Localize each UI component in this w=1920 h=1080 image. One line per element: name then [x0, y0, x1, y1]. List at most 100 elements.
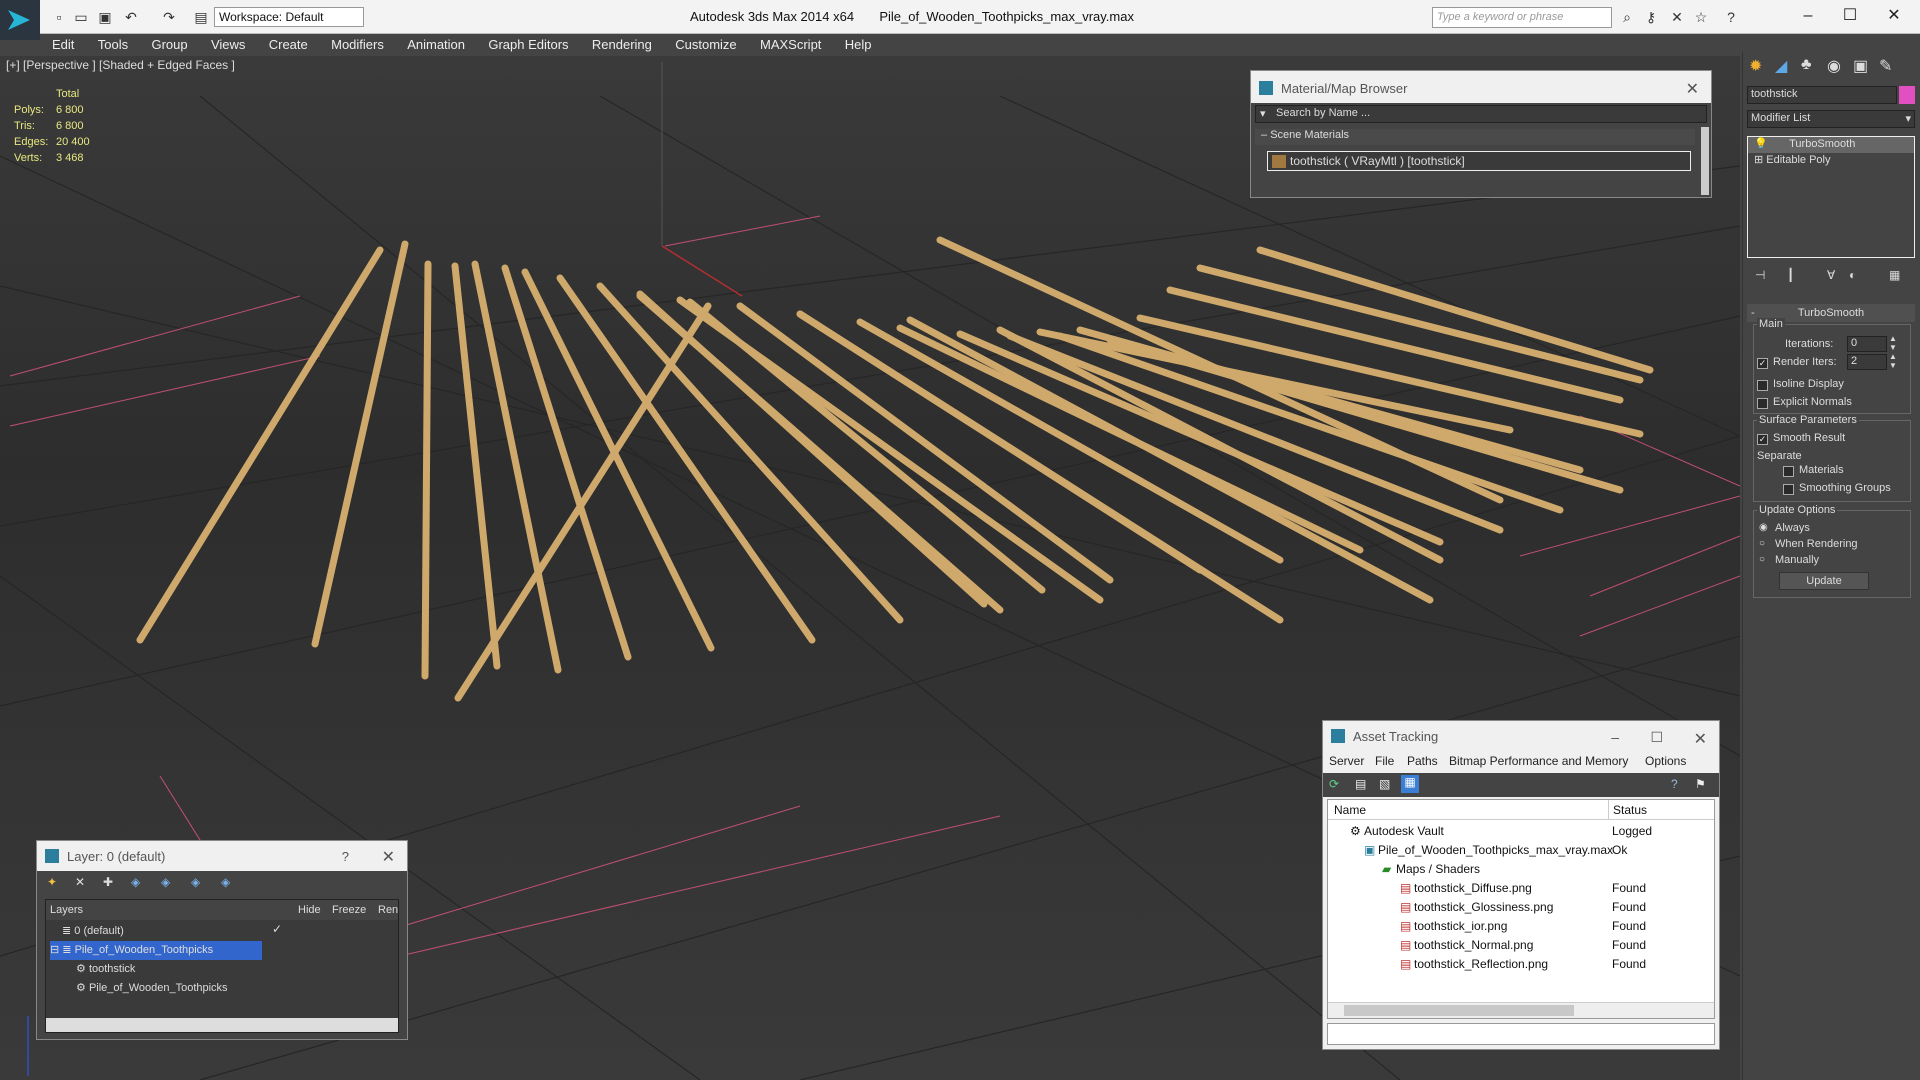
hierarchy-tab-icon[interactable]: ♣	[1801, 56, 1812, 74]
utilities-tab-icon[interactable]: ✎	[1879, 56, 1892, 76]
save-file-icon[interactable]: ▣	[96, 8, 114, 26]
menu-paths[interactable]: Paths	[1407, 754, 1438, 768]
update-button[interactable]: Update	[1779, 572, 1869, 590]
asset-path-field[interactable]	[1327, 1023, 1715, 1045]
asset-row[interactable]: ▤ toothstick_Reflection.png Found	[1328, 955, 1714, 974]
highlight-layer-icon[interactable]: ◈	[161, 875, 170, 889]
material-item[interactable]: toothstick ( VRayMtl ) [toothstick]	[1267, 151, 1691, 171]
render-iters-checkbox[interactable]: ✓	[1757, 358, 1768, 369]
lightbulb-icon[interactable]: 💡	[1754, 138, 1768, 150]
column-freeze[interactable]: Freeze	[332, 900, 366, 920]
menu-bitmap-performance[interactable]: Bitmap Performance and Memory	[1449, 754, 1628, 768]
table-view-icon[interactable]: ▦	[1401, 775, 1419, 793]
list-view-icon[interactable]: ▤	[1355, 777, 1366, 791]
menu-edit[interactable]: Edit	[42, 34, 84, 55]
key-icon[interactable]: ⚷	[1642, 8, 1660, 26]
separate-smoothing-groups-checkbox[interactable]	[1783, 484, 1794, 495]
always-radio[interactable]: ◉	[1759, 522, 1768, 533]
explicit-normals-checkbox[interactable]	[1757, 398, 1768, 409]
layer-manager-titlebar[interactable]: Layer: 0 (default) ? ✕	[37, 841, 407, 871]
help-icon[interactable]: ?	[1671, 777, 1678, 791]
asset-row[interactable]: ⚙ Autodesk Vault Logged	[1328, 822, 1714, 841]
separate-materials-checkbox[interactable]	[1783, 466, 1794, 477]
asset-row[interactable]: ▤ toothstick_Glossiness.png Found	[1328, 898, 1714, 917]
material-search-input[interactable]: ▾ Search by Name ...	[1255, 105, 1707, 123]
modifier-list-dropdown[interactable]: Modifier List ▾	[1747, 110, 1915, 128]
help-button[interactable]: ?	[342, 849, 349, 864]
menu-customize[interactable]: Customize	[665, 34, 746, 55]
create-tab-icon[interactable]: ✹	[1749, 56, 1762, 76]
column-name[interactable]: Name	[1334, 800, 1366, 820]
layer-horizontal-scrollbar[interactable]	[46, 1018, 398, 1032]
show-end-result-icon[interactable]: ┃	[1787, 268, 1794, 282]
maximize-button[interactable]: ☐	[1830, 4, 1870, 28]
when-rendering-radio[interactable]: ○	[1759, 538, 1765, 549]
display-tab-icon[interactable]: ▣	[1853, 56, 1868, 76]
menu-server[interactable]: Server	[1329, 754, 1364, 768]
minimize-button[interactable]: –	[1788, 4, 1828, 28]
help-search-input[interactable]: Type a keyword or phrase	[1432, 7, 1612, 28]
iterations-input[interactable]: 0	[1847, 336, 1887, 352]
asset-row[interactable]: ▰ Maps / Shaders	[1328, 860, 1714, 879]
close-icon[interactable]: ✕	[1686, 79, 1699, 99]
modify-tab-icon[interactable]: ◢	[1775, 56, 1787, 76]
project-folder-icon[interactable]: ▤	[192, 8, 210, 26]
menu-options[interactable]: Options	[1645, 754, 1686, 768]
remove-modifier-icon[interactable]: ◐	[1849, 268, 1856, 282]
star-icon[interactable]: ☆	[1692, 8, 1710, 26]
binoculars-icon[interactable]: ⌕	[1618, 8, 1636, 26]
stack-item-turbosmooth[interactable]: 💡 TurboSmooth	[1748, 137, 1914, 153]
menu-graph-editors[interactable]: Graph Editors	[478, 34, 578, 55]
add-to-layer-icon[interactable]: ✚	[103, 875, 113, 889]
column-render[interactable]: Ren	[378, 900, 398, 920]
thumbnail-view-icon[interactable]: ▧	[1379, 777, 1390, 791]
asset-row[interactable]: ▣ Pile_of_Wooden_Toothpicks_max_vray.max O…	[1328, 841, 1714, 860]
pin-stack-icon[interactable]: ⊣	[1755, 268, 1765, 282]
menu-rendering[interactable]: Rendering	[582, 34, 662, 55]
material-browser-scrollbar[interactable]	[1701, 127, 1709, 195]
configure-sets-icon[interactable]: ▦	[1889, 268, 1900, 282]
menu-modifiers[interactable]: Modifiers	[321, 34, 394, 55]
layer-row-default[interactable]: ≣ 0 (default)	[62, 922, 262, 941]
menu-views[interactable]: Views	[201, 34, 255, 55]
create-layer-icon[interactable]: ✦	[47, 875, 57, 889]
asset-horizontal-scrollbar[interactable]	[1328, 1002, 1714, 1018]
3dsmax-logo-icon[interactable]	[0, 0, 40, 40]
column-layers[interactable]: Layers	[50, 900, 83, 920]
menu-maxscript[interactable]: MAXScript	[750, 34, 831, 55]
menu-tools[interactable]: Tools	[88, 34, 138, 55]
workspace-dropdown[interactable]: Workspace: Default	[214, 7, 364, 27]
asset-row[interactable]: ▤ toothstick_Normal.png Found	[1328, 936, 1714, 955]
refresh-icon[interactable]: ⟳	[1329, 777, 1339, 791]
select-objects-icon[interactable]: ◈	[131, 875, 140, 889]
column-hide[interactable]: Hide	[298, 900, 321, 920]
object-row-toothstick[interactable]: ⚙ toothstick	[76, 960, 256, 979]
render-iters-input[interactable]: 2	[1847, 354, 1887, 370]
tools-icon[interactable]: ✕	[1668, 8, 1686, 26]
freeze-all-icon[interactable]: ◈	[221, 875, 230, 889]
column-status[interactable]: Status	[1608, 800, 1647, 820]
collapse-icon[interactable]: ⊟	[50, 944, 59, 956]
render-iters-spinner-icon[interactable]: ▲ ▼	[1889, 352, 1897, 370]
menu-help[interactable]: Help	[835, 34, 882, 55]
active-layer-check-icon[interactable]: ✓	[272, 922, 282, 936]
whats-this-icon[interactable]: ⚑	[1695, 777, 1706, 791]
material-browser-titlebar[interactable]: Material/Map Browser ✕	[1251, 71, 1711, 103]
expand-icon[interactable]: ⊞	[1754, 154, 1763, 166]
scene-materials-section[interactable]: – Scene Materials	[1255, 129, 1695, 145]
make-unique-icon[interactable]: ∀	[1827, 268, 1835, 282]
asset-row[interactable]: ▤ toothstick_Diffuse.png Found	[1328, 879, 1714, 898]
viewport-label[interactable]: [+] [Perspective ] [Shaded + Edged Faces…	[6, 58, 235, 72]
redo-icon[interactable]: ↷	[160, 8, 178, 26]
close-icon[interactable]: ✕	[1694, 729, 1707, 749]
smooth-result-checkbox[interactable]: ✓	[1757, 434, 1768, 445]
menu-group[interactable]: Group	[141, 34, 197, 55]
iterations-spinner-icon[interactable]: ▲ ▼	[1889, 334, 1897, 352]
motion-tab-icon[interactable]: ◉	[1827, 56, 1841, 76]
menu-create[interactable]: Create	[259, 34, 318, 55]
object-name-field[interactable]: toothstick	[1747, 86, 1897, 104]
stack-item-editable-poly[interactable]: ⊞ Editable Poly	[1748, 153, 1914, 169]
object-row-pile[interactable]: ⚙ Pile_of_Wooden_Toothpicks	[76, 979, 276, 998]
undo-icon[interactable]: ↶	[122, 8, 140, 26]
asset-tracking-titlebar[interactable]: Asset Tracking – ☐ ✕	[1323, 721, 1719, 751]
